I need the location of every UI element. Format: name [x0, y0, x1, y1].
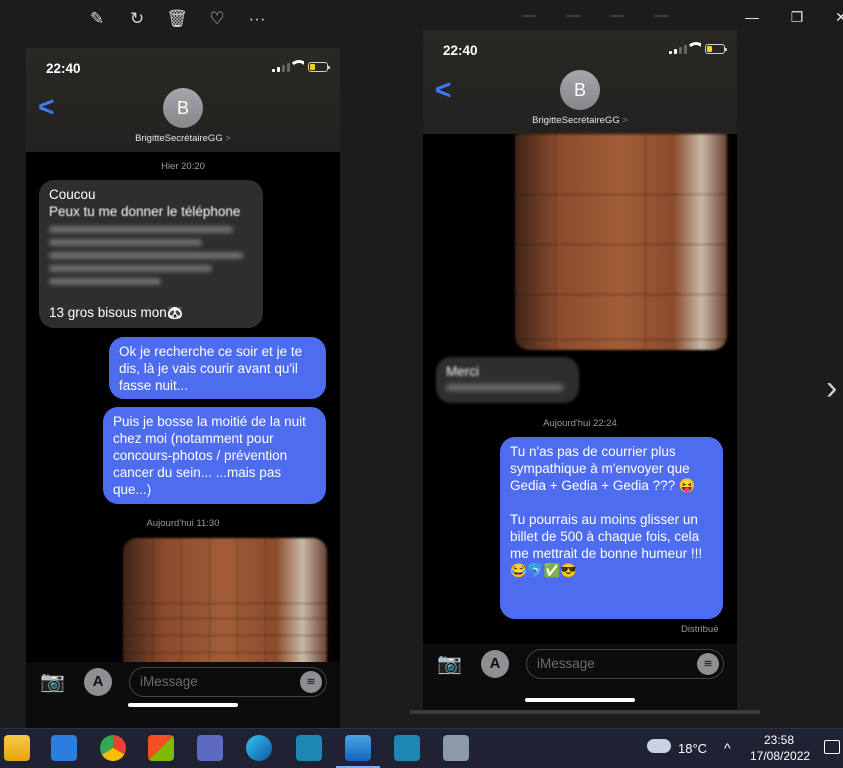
microsoft-store-icon[interactable]: [148, 735, 174, 761]
input-placeholder: iMessage: [140, 674, 198, 689]
timestamp: Aujourd'hui 11:30: [146, 518, 220, 529]
file-explorer-icon[interactable]: [4, 735, 30, 761]
temperature[interactable]: 18°C: [678, 741, 707, 756]
audio-icon[interactable]: ≋: [697, 653, 719, 675]
signal-icon: [272, 63, 290, 72]
outgoing-message[interactable]: Tu n'as pas de courrier plus sympathique…: [500, 437, 723, 619]
status-bar: 22:40: [26, 48, 340, 88]
clock-date[interactable]: 17/08/2022: [750, 749, 810, 763]
camera-icon[interactable]: 📷: [437, 654, 463, 674]
status-time: 22:40: [443, 43, 478, 58]
photos-icon[interactable]: [336, 735, 380, 768]
next-image-arrow[interactable]: ›: [826, 370, 843, 406]
blurred-text: [49, 226, 253, 285]
edge-icon[interactable]: [246, 735, 272, 761]
timestamp: Aujourd'hui 22:24: [543, 418, 617, 429]
back-icon[interactable]: <: [38, 93, 54, 121]
chrome-icon[interactable]: [100, 735, 126, 761]
more-icon[interactable]: ···: [246, 8, 268, 30]
contact-name[interactable]: BrigitteSecrétaireGG >: [103, 133, 263, 144]
chevron-right-icon: >: [225, 133, 231, 144]
windows-taskbar: 18°C ^ 23:58 17/08/2022: [0, 728, 843, 768]
restore-button[interactable]: ❐: [782, 8, 812, 26]
timestamp: Hier 20:20: [161, 161, 205, 172]
home-indicator: [128, 703, 238, 707]
wifi-icon: [290, 58, 304, 72]
chevron-up-icon[interactable]: ^: [724, 740, 731, 756]
message-paragraph: Tu n'as pas de courrier plus sympathique…: [510, 444, 696, 493]
favorite-icon[interactable]: ♡: [206, 8, 228, 30]
signal-icon: [669, 45, 687, 54]
chevron-right-icon: >: [622, 115, 628, 126]
audio-icon[interactable]: ≋: [300, 671, 322, 693]
mail-icon[interactable]: [51, 735, 77, 761]
battery-icon: [308, 62, 330, 72]
delete-icon[interactable]: 🗑: [166, 8, 188, 30]
right-phone-screenshot: 22:40 < B BrigitteSecrétaireGG > Merci A…: [423, 30, 737, 710]
edit-icon[interactable]: ✎: [86, 8, 108, 30]
scroll-track: [410, 710, 760, 714]
clock-time[interactable]: 23:58: [764, 733, 794, 747]
message-line: Merci: [446, 364, 479, 379]
message-input[interactable]: iMessage ≋: [129, 667, 327, 697]
message-line: Peux tu me donner le téléphone: [49, 204, 241, 219]
input-placeholder: iMessage: [537, 656, 595, 671]
incoming-message[interactable]: Coucou Peux tu me donner le téléphone 13…: [39, 180, 263, 328]
avatar[interactable]: B: [560, 70, 600, 110]
notification-icon[interactable]: [824, 740, 840, 754]
contact-name[interactable]: BrigitteSecrétaireGG >: [500, 115, 660, 126]
chat-header: 22:40 < B BrigitteSecrétaireGG >: [26, 48, 340, 152]
outgoing-message[interactable]: Puis je bosse la moitié de la nuit chez …: [103, 407, 326, 504]
incoming-message[interactable]: Merci: [436, 357, 579, 403]
close-button[interactable]: ✕: [826, 8, 843, 26]
message-input[interactable]: iMessage ≋: [526, 649, 724, 679]
back-icon[interactable]: <: [435, 76, 451, 104]
status-bar: 22:40: [423, 30, 737, 70]
avatar[interactable]: B: [163, 88, 203, 128]
message-line: Coucou: [49, 187, 96, 202]
cloud-icon[interactable]: [647, 739, 671, 753]
message-paragraph: Tu pourrais au moins glisser un billet d…: [510, 512, 703, 578]
home-indicator: [525, 698, 635, 702]
app-store-icon[interactable]: A: [84, 668, 112, 696]
camera-icon[interactable]: 📷: [40, 672, 66, 692]
remote-desktop-icon[interactable]: [197, 735, 223, 761]
viewer-toolbar: ✎ ↻ 🗑 ♡ ···: [86, 8, 268, 30]
message-line: 13 gros bisous mon🐼: [49, 305, 184, 320]
app-blue-2-icon[interactable]: [394, 735, 420, 761]
battery-icon: [705, 44, 727, 54]
message-input-bar: 📷 A iMessage ≋: [26, 662, 340, 728]
status-time: 22:40: [46, 61, 81, 76]
chat-header: 22:40 < B BrigitteSecrétaireGG >: [423, 30, 737, 134]
app-blue-icon[interactable]: [296, 735, 322, 761]
message-input-bar: 📷 A iMessage ≋: [423, 644, 737, 710]
left-phone-screenshot: 22:40 < B BrigitteSecrétaireGG > Hier 20…: [26, 48, 340, 728]
delivered-status: Distribué: [681, 624, 719, 635]
background-window-controls: [522, 10, 712, 22]
minimize-button[interactable]: —: [737, 8, 767, 26]
installer-icon[interactable]: [443, 735, 469, 761]
app-store-icon[interactable]: A: [481, 650, 509, 678]
outgoing-message[interactable]: Ok je recherche ce soir et je te dis, là…: [109, 337, 326, 399]
wifi-icon: [687, 40, 701, 54]
image-attachment[interactable]: [515, 134, 727, 350]
rotate-icon[interactable]: ↻: [126, 8, 148, 30]
photo-viewer: ✎ ↻ 🗑 ♡ ··· — ❐ ✕ › 22:40 < B BrigitteSe…: [0, 0, 843, 728]
